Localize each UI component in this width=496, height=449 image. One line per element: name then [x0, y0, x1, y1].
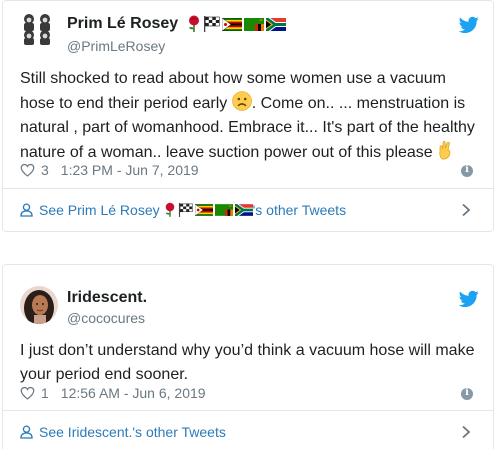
rose-emoji-icon	[188, 15, 199, 32]
see-other-tweets-text: See Prim Lé Rosey	[39, 202, 160, 218]
info-icon[interactable]	[461, 387, 473, 400]
tweet-meta: 3 1:23 PM - Jun 7, 2019	[20, 162, 199, 178]
checkered-flag-icon	[178, 203, 193, 217]
rose-emoji-icon	[165, 202, 174, 217]
user-icon	[20, 425, 33, 439]
heart-icon[interactable]	[20, 163, 35, 177]
tweet-text: Still shocked to read about how some wom…	[20, 67, 477, 165]
tweet-card: Prim Lé Rosey @PrimLeRosey Still shocked…	[2, 0, 494, 232]
tweet-card: Iridescent. @cococures I just don’t unde…	[2, 264, 494, 449]
see-other-tweets-link[interactable]: See Prim Lé Rosey 's other Tweets	[20, 198, 481, 222]
avatar[interactable]	[20, 286, 58, 324]
author-display-name[interactable]: Prim Lé Rosey	[67, 15, 286, 33]
avatar-image	[20, 11, 54, 45]
like-count[interactable]: 1	[41, 385, 49, 401]
checkered-flag-icon	[203, 16, 220, 32]
tweet-meta: 1 12:56 AM - Jun 6, 2019	[20, 385, 206, 401]
divider	[3, 188, 493, 189]
link-emojis	[164, 202, 253, 218]
twitter-logo-icon[interactable]	[459, 16, 479, 34]
divider	[3, 410, 493, 411]
tweet-timestamp[interactable]: 12:56 AM - Jun 6, 2019	[61, 385, 206, 401]
author-handle[interactable]: @PrimLeRosey	[67, 38, 165, 54]
avatar[interactable]	[20, 11, 54, 45]
see-other-tweets-text: See Iridescent.'s other Tweets	[39, 424, 226, 440]
author-display-name[interactable]: Iridescent.	[67, 289, 147, 307]
south-africa-flag-icon	[234, 204, 253, 216]
tweet-text: I just don’t understand why you’d think …	[20, 342, 475, 383]
zambia-flag-icon	[243, 17, 264, 31]
chevron-right-icon[interactable]	[461, 203, 471, 217]
name-emojis	[187, 15, 286, 33]
author-name-text: Prim Lé Rosey	[67, 15, 179, 33]
see-other-tweets-suffix: 's other Tweets	[252, 202, 347, 218]
zimbabwe-flag-icon	[221, 17, 242, 31]
avatar-image	[20, 286, 58, 324]
info-icon[interactable]	[461, 164, 473, 177]
zimbabwe-flag-icon	[194, 204, 213, 216]
south-africa-flag-icon	[265, 17, 286, 31]
tweet-timestamp[interactable]: 1:23 PM - Jun 7, 2019	[61, 162, 199, 178]
see-other-tweets-link[interactable]: See Iridescent.'s other Tweets	[20, 420, 481, 444]
zambia-flag-icon	[214, 204, 233, 216]
frowning-face-emoji-icon	[231, 91, 252, 111]
user-icon	[20, 203, 33, 217]
chevron-right-icon[interactable]	[461, 425, 471, 439]
heart-icon[interactable]	[20, 386, 35, 400]
author-handle[interactable]: @cococures	[67, 310, 145, 326]
twitter-logo-icon[interactable]	[459, 290, 479, 308]
like-count[interactable]: 3	[41, 162, 49, 178]
crossed-fingers-emoji-icon	[439, 141, 451, 160]
